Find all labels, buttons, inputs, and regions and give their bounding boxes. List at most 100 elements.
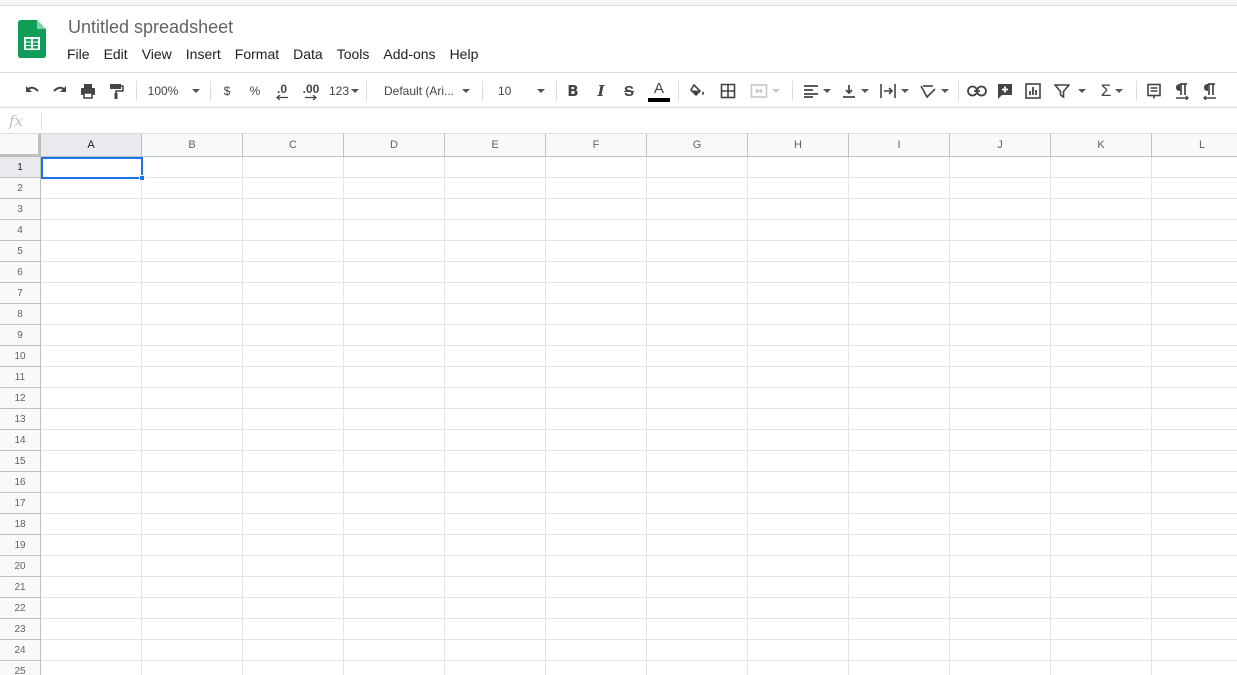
functions-button[interactable]: Σ bbox=[1094, 73, 1130, 109]
grid-cell[interactable] bbox=[142, 661, 243, 675]
grid-cell[interactable] bbox=[647, 472, 748, 493]
row-header[interactable]: 4 bbox=[0, 220, 41, 241]
grid-cell[interactable] bbox=[647, 556, 748, 577]
grid-cell[interactable] bbox=[142, 283, 243, 304]
grid-cell[interactable] bbox=[1051, 241, 1152, 262]
grid-cell[interactable] bbox=[546, 598, 647, 619]
grid-cell[interactable] bbox=[1152, 220, 1237, 241]
grid-cell[interactable] bbox=[1051, 220, 1152, 241]
grid-cell[interactable] bbox=[344, 577, 445, 598]
grid-cell[interactable] bbox=[1051, 598, 1152, 619]
grid-cell[interactable] bbox=[748, 556, 849, 577]
grid-cell[interactable] bbox=[344, 346, 445, 367]
grid-cell[interactable] bbox=[950, 220, 1051, 241]
font-size-select[interactable]: 10 bbox=[490, 73, 552, 109]
grid-cell[interactable] bbox=[1152, 409, 1237, 430]
grid-cell[interactable] bbox=[1051, 661, 1152, 675]
grid-cell[interactable] bbox=[1051, 472, 1152, 493]
menu-addons[interactable]: Add-ons bbox=[376, 44, 442, 64]
text-rotation-icon[interactable] bbox=[916, 73, 952, 109]
grid-cell[interactable] bbox=[41, 514, 142, 535]
grid-cell[interactable] bbox=[1152, 346, 1237, 367]
grid-cell[interactable] bbox=[647, 367, 748, 388]
grid-cell[interactable] bbox=[647, 619, 748, 640]
grid-cell[interactable] bbox=[546, 451, 647, 472]
grid-cell[interactable] bbox=[41, 304, 142, 325]
grid-cell[interactable] bbox=[1152, 241, 1237, 262]
grid-cell[interactable] bbox=[748, 472, 849, 493]
grid-cell[interactable] bbox=[950, 619, 1051, 640]
grid-cell[interactable] bbox=[1152, 283, 1237, 304]
grid-cell[interactable] bbox=[344, 514, 445, 535]
grid-cell[interactable] bbox=[950, 556, 1051, 577]
grid-cell[interactable] bbox=[1152, 640, 1237, 661]
grid-cell[interactable] bbox=[1152, 367, 1237, 388]
column-header[interactable]: G bbox=[647, 134, 748, 157]
grid-cell[interactable] bbox=[344, 178, 445, 199]
grid-cell[interactable] bbox=[41, 241, 142, 262]
grid-cell[interactable] bbox=[142, 451, 243, 472]
column-header[interactable]: A bbox=[41, 134, 142, 157]
grid-cell[interactable] bbox=[243, 472, 344, 493]
grid-cell[interactable] bbox=[41, 493, 142, 514]
grid-cell[interactable] bbox=[445, 577, 546, 598]
format-percent-button[interactable]: % bbox=[244, 73, 266, 109]
grid-cell[interactable] bbox=[1152, 598, 1237, 619]
fill-color-icon[interactable] bbox=[686, 73, 710, 109]
grid-cell[interactable] bbox=[243, 199, 344, 220]
grid-cell[interactable] bbox=[849, 283, 950, 304]
grid-cell[interactable] bbox=[748, 199, 849, 220]
grid-cell[interactable] bbox=[647, 241, 748, 262]
bold-button[interactable]: B bbox=[562, 73, 584, 109]
grid-cell[interactable] bbox=[344, 409, 445, 430]
grid-cell[interactable] bbox=[546, 325, 647, 346]
grid-cell[interactable] bbox=[647, 493, 748, 514]
grid-cell[interactable] bbox=[950, 178, 1051, 199]
grid-cell[interactable] bbox=[445, 241, 546, 262]
document-title[interactable]: Untitled spreadsheet bbox=[68, 17, 233, 38]
grid-cell[interactable] bbox=[849, 157, 950, 178]
grid-cell[interactable] bbox=[1051, 514, 1152, 535]
grid-cell[interactable] bbox=[243, 178, 344, 199]
grid-cell[interactable] bbox=[41, 640, 142, 661]
menu-data[interactable]: Data bbox=[286, 44, 330, 64]
grid-cell[interactable] bbox=[344, 325, 445, 346]
grid-cell[interactable] bbox=[748, 535, 849, 556]
grid-cell[interactable] bbox=[445, 640, 546, 661]
grid-cell[interactable] bbox=[41, 199, 142, 220]
insert-chart-icon[interactable] bbox=[1020, 73, 1046, 109]
menu-tools[interactable]: Tools bbox=[330, 44, 377, 64]
grid-cell[interactable] bbox=[1152, 556, 1237, 577]
filter-icon[interactable] bbox=[1050, 73, 1090, 109]
grid-cell[interactable] bbox=[344, 661, 445, 675]
grid-cell[interactable] bbox=[142, 367, 243, 388]
decrease-decimal-button[interactable]: .0 bbox=[270, 73, 294, 109]
grid-cell[interactable] bbox=[1051, 556, 1152, 577]
grid-cell[interactable] bbox=[647, 640, 748, 661]
grid-cell[interactable] bbox=[1051, 388, 1152, 409]
grid-cell[interactable] bbox=[748, 619, 849, 640]
grid-cell[interactable] bbox=[546, 199, 647, 220]
grid-cell[interactable] bbox=[344, 640, 445, 661]
grid-cell[interactable] bbox=[243, 535, 344, 556]
grid-cell[interactable] bbox=[1152, 304, 1237, 325]
column-header[interactable]: I bbox=[849, 134, 950, 157]
grid-cell[interactable] bbox=[849, 262, 950, 283]
grid-cell[interactable] bbox=[344, 493, 445, 514]
grid-cell[interactable] bbox=[950, 598, 1051, 619]
grid-cell[interactable] bbox=[546, 388, 647, 409]
grid-cell[interactable] bbox=[950, 262, 1051, 283]
grid-cell[interactable] bbox=[950, 283, 1051, 304]
grid-cell[interactable] bbox=[1152, 199, 1237, 220]
grid-cell[interactable] bbox=[142, 535, 243, 556]
row-header[interactable]: 14 bbox=[0, 430, 41, 451]
row-header[interactable]: 17 bbox=[0, 493, 41, 514]
grid-cell[interactable] bbox=[1152, 577, 1237, 598]
italic-button[interactable]: I bbox=[590, 73, 612, 109]
grid-cell[interactable] bbox=[1152, 472, 1237, 493]
grid-cell[interactable] bbox=[546, 514, 647, 535]
grid-cell[interactable] bbox=[1051, 577, 1152, 598]
grid-cell[interactable] bbox=[344, 367, 445, 388]
grid-cell[interactable] bbox=[748, 451, 849, 472]
grid-cell[interactable] bbox=[950, 577, 1051, 598]
